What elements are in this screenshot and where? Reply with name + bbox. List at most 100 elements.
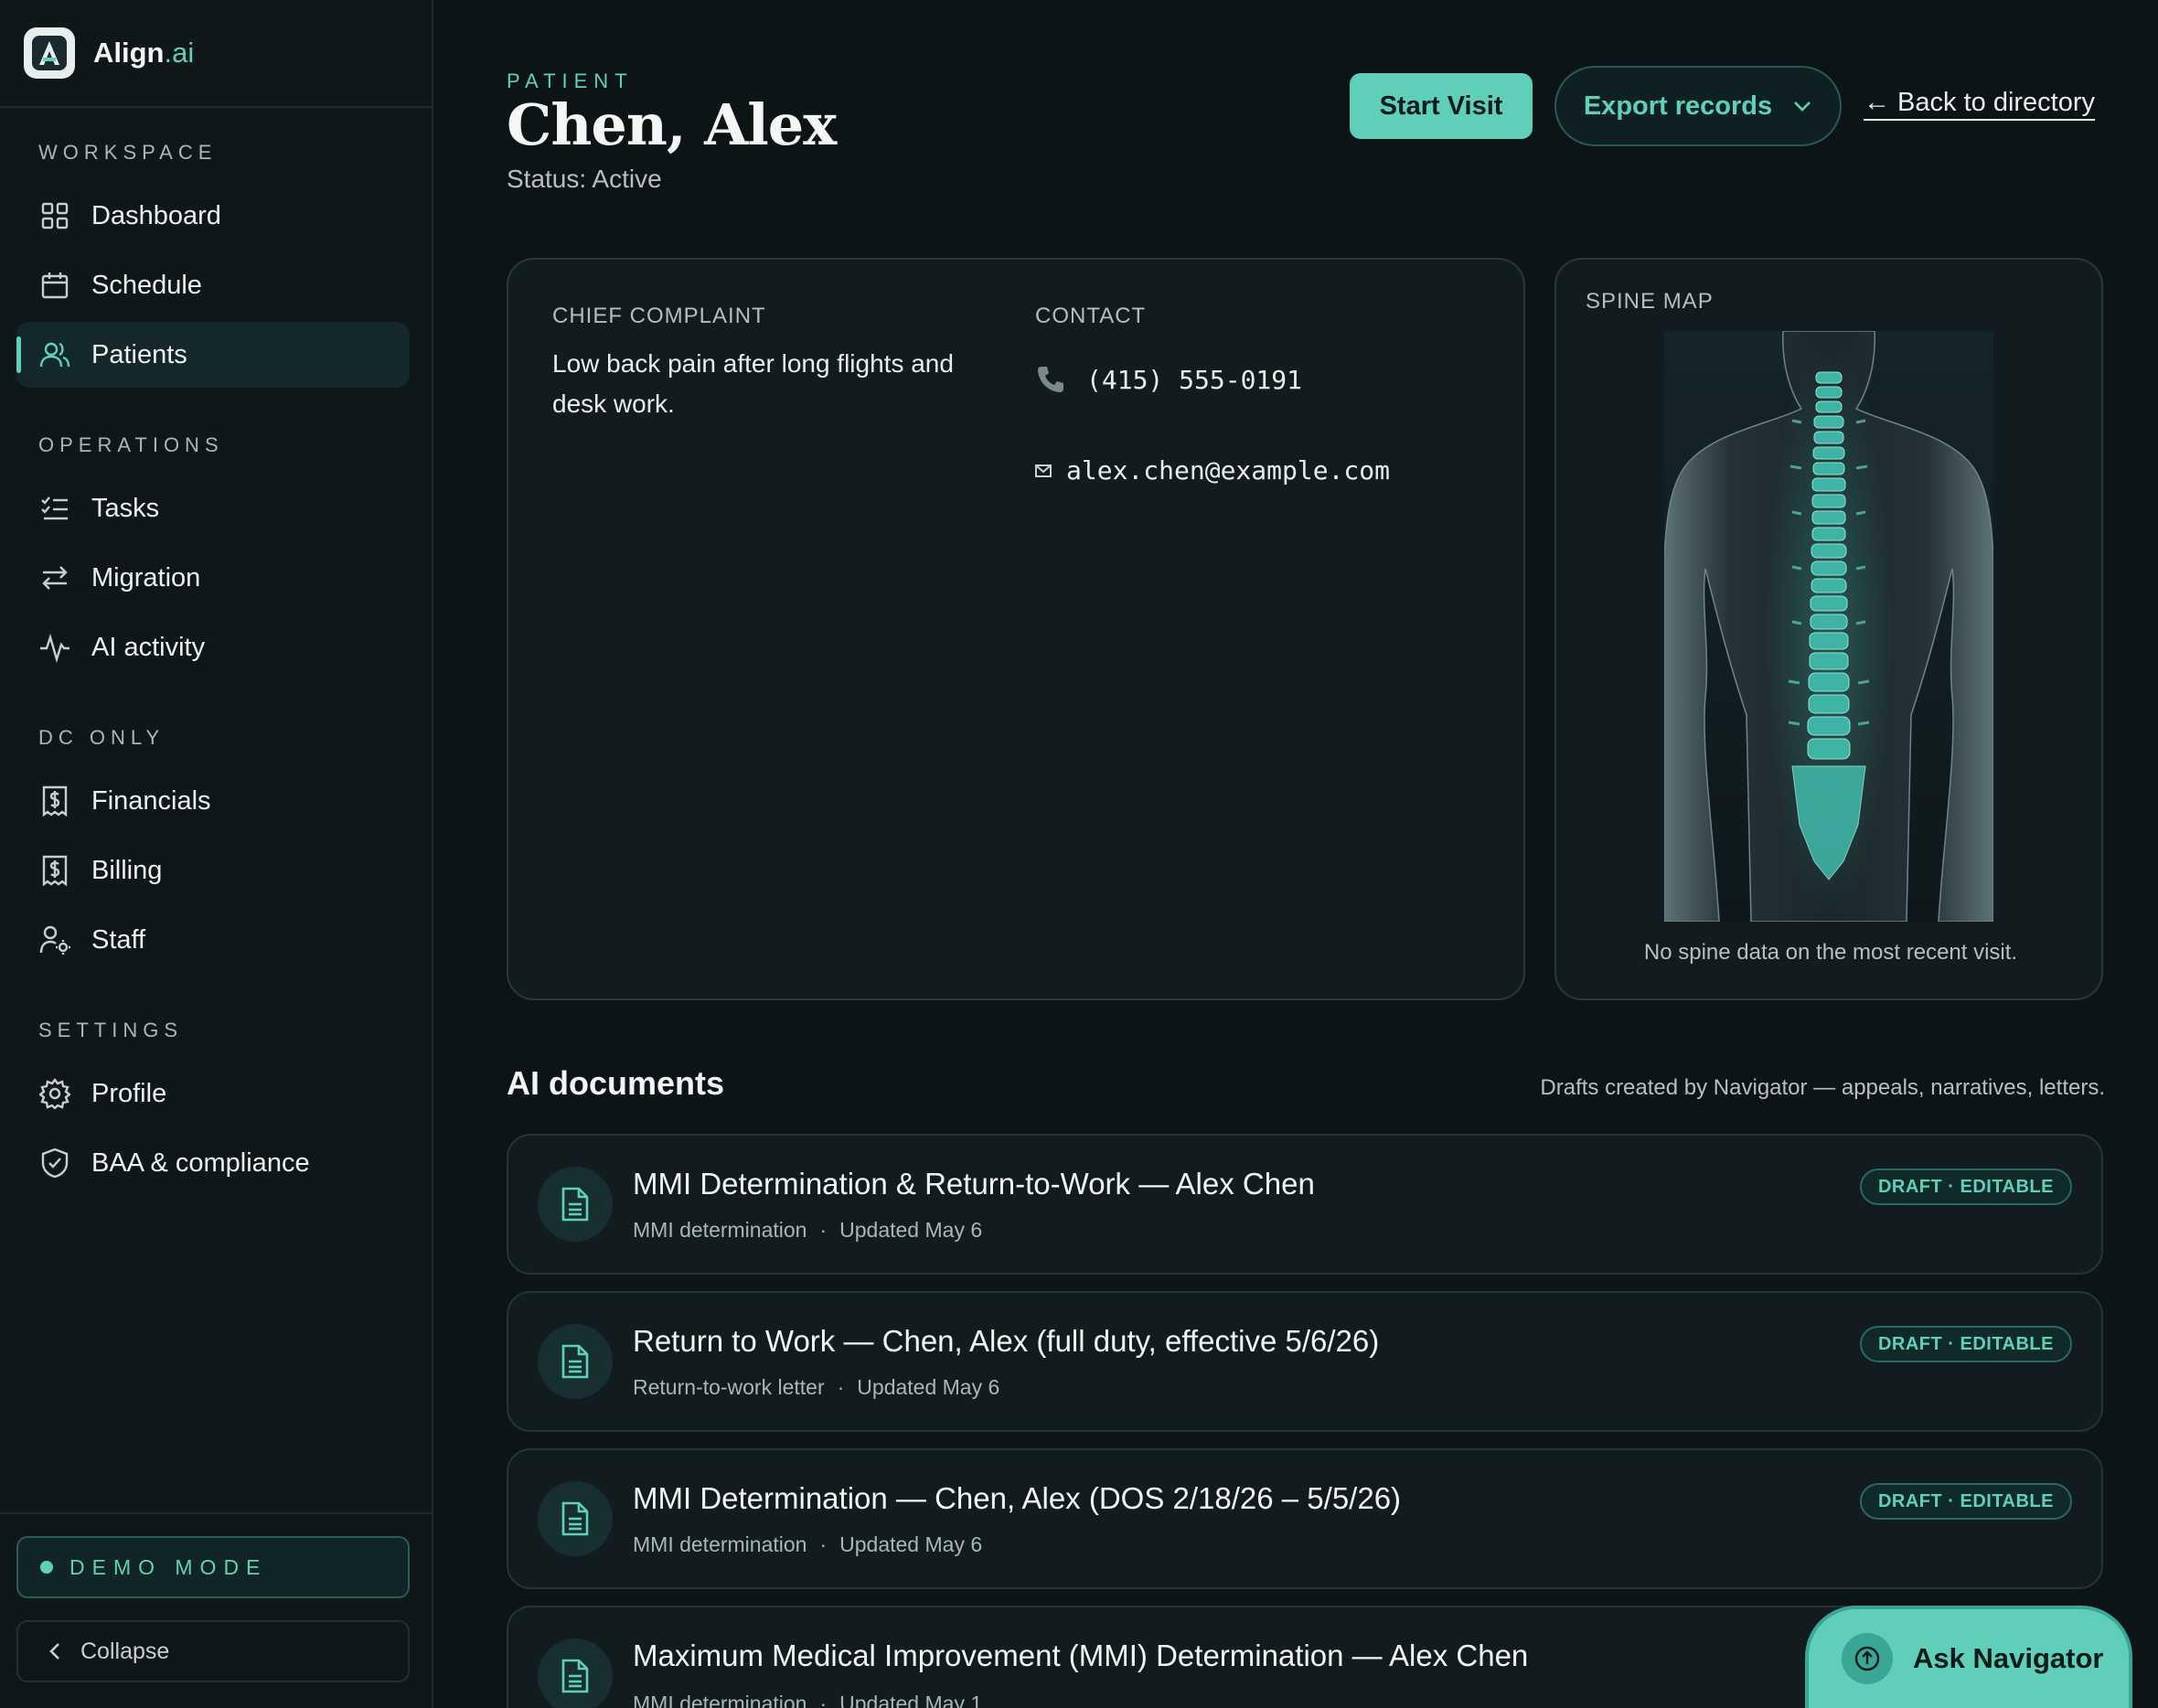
pulse-icon bbox=[38, 631, 71, 664]
sidebar-item-label: BAA & compliance bbox=[91, 1148, 310, 1178]
status-badge: DRAFT · EDITABLE bbox=[1859, 1169, 2072, 1205]
logo-icon bbox=[24, 27, 75, 79]
sidebar-item-label: Billing bbox=[91, 855, 163, 885]
sidebar-item-label: AI activity bbox=[91, 632, 206, 662]
nav-section-settings: SETTINGS bbox=[0, 1017, 433, 1044]
contact-label: CONTACT bbox=[1035, 304, 1147, 328]
chief-complaint-text: Low back pain after long flights and des… bbox=[552, 349, 954, 418]
sidebar-item-label: Staff bbox=[91, 924, 146, 955]
checklist-icon bbox=[38, 492, 71, 525]
document-updated: Updated May 6 bbox=[839, 1218, 983, 1242]
document-updated: Updated May 6 bbox=[857, 1375, 1000, 1399]
sidebar-item-label: Financials bbox=[91, 785, 211, 816]
document-title: Return to Work — Chen, Alex (full duty, … bbox=[633, 1324, 1380, 1358]
sidebar-item-tasks[interactable]: Tasks bbox=[16, 475, 410, 541]
users-icon bbox=[38, 338, 71, 371]
document-title: MMI Determination — Chen, Alex (DOS 2/18… bbox=[633, 1481, 1402, 1515]
contact-email[interactable]: alex.chen@example.com bbox=[1035, 455, 1390, 486]
app-root: Align.ai WORKSPACE Dashboard Schedule Pa… bbox=[0, 0, 2158, 1708]
document-meta: MMI determination · Updated May 6 bbox=[633, 1218, 982, 1243]
document-title: MMI Determination & Return-to-Work — Ale… bbox=[633, 1167, 1315, 1201]
sidebar-item-baa-compliance[interactable]: BAA & compliance bbox=[16, 1130, 410, 1196]
patient-status: Status: Active bbox=[507, 165, 662, 193]
document-meta: Return-to-work letter · Updated May 6 bbox=[633, 1375, 999, 1400]
section-label: SETTINGS bbox=[38, 1019, 184, 1041]
separator-dot: · bbox=[819, 1218, 828, 1242]
sidebar-item-label: Profile bbox=[91, 1078, 167, 1108]
section-label: OPERATIONS bbox=[38, 433, 224, 456]
demo-mode-label: DEMO MODE bbox=[69, 1554, 268, 1579]
spine-map-card: SPINE MAP No spine data on the most rece… bbox=[1554, 258, 2103, 1000]
sidebar-item-label: Patients bbox=[91, 339, 187, 369]
document-icon bbox=[538, 1167, 613, 1242]
back-to-directory-link[interactable]: ← Back to directory bbox=[1864, 88, 2096, 121]
receipt-dollar-icon bbox=[38, 854, 71, 887]
gear-icon bbox=[38, 1077, 71, 1110]
sidebar-item-profile[interactable]: Profile bbox=[16, 1061, 410, 1126]
chevron-down-icon bbox=[1792, 100, 1812, 112]
sidebar-item-label: Schedule bbox=[91, 270, 202, 300]
export-records-button[interactable]: Export records bbox=[1554, 66, 1842, 146]
document-type: MMI determination bbox=[633, 1532, 807, 1556]
sidebar-item-schedule[interactable]: Schedule bbox=[16, 252, 410, 318]
document-type: Return-to-work letter bbox=[633, 1375, 825, 1399]
chevron-left-icon bbox=[48, 1640, 62, 1662]
nav-section-workspace: WORKSPACE bbox=[0, 139, 433, 166]
ai-documents-title: AI documents bbox=[507, 1064, 725, 1102]
page-title: Chen, Alex bbox=[507, 91, 837, 158]
page-eyebrow: PATIENT bbox=[507, 69, 634, 92]
phone-icon bbox=[1035, 364, 1068, 395]
separator-dot: · bbox=[837, 1375, 845, 1399]
sidebar-item-billing[interactable]: Billing bbox=[16, 838, 410, 903]
sidebar: Align.ai WORKSPACE Dashboard Schedule Pa… bbox=[0, 0, 433, 1708]
brand-name: Align.ai bbox=[93, 37, 195, 69]
demo-mode-indicator[interactable]: DEMO MODE bbox=[16, 1536, 410, 1598]
separator-dot: · bbox=[819, 1692, 828, 1708]
collapse-label: Collapse bbox=[80, 1638, 170, 1664]
receipt-dollar-icon bbox=[38, 785, 71, 817]
brand[interactable]: Align.ai bbox=[0, 0, 432, 108]
sidebar-item-label: Dashboard bbox=[91, 200, 221, 230]
status-badge: DRAFT · EDITABLE bbox=[1859, 1326, 2072, 1362]
patient-info-card: CHIEF COMPLAINT Low back pain after long… bbox=[507, 258, 1525, 1000]
collapse-button[interactable]: Collapse bbox=[16, 1620, 410, 1682]
chief-complaint-label: CHIEF COMPLAINT bbox=[552, 304, 766, 328]
sidebar-item-financials[interactable]: Financials bbox=[16, 768, 410, 834]
document-item[interactable]: Return to Work — Chen, Alex (full duty, … bbox=[507, 1291, 2103, 1432]
status-dot-icon bbox=[40, 1561, 53, 1574]
document-meta: MMI determination · Updated May 6 bbox=[633, 1532, 982, 1557]
start-visit-button[interactable]: Start Visit bbox=[1350, 73, 1533, 139]
nav-section-dc-only: DC ONLY bbox=[0, 724, 433, 752]
document-updated: Updated May 1 bbox=[839, 1692, 983, 1708]
sidebar-item-ai-activity[interactable]: AI activity bbox=[16, 614, 410, 680]
grid-icon bbox=[38, 199, 71, 232]
document-type: MMI determination bbox=[633, 1218, 807, 1242]
document-icon bbox=[538, 1324, 613, 1399]
section-label: WORKSPACE bbox=[38, 141, 218, 164]
ask-navigator-button[interactable]: Ask Navigator bbox=[1805, 1606, 2132, 1708]
sidebar-item-label: Tasks bbox=[91, 493, 160, 523]
sidebar-item-dashboard[interactable]: Dashboard bbox=[16, 183, 410, 249]
section-label: DC ONLY bbox=[38, 726, 166, 749]
sidebar-footer: DEMO MODE Collapse bbox=[0, 1512, 433, 1708]
contact-phone[interactable]: (415) 555-0191 bbox=[1035, 364, 1302, 395]
sidebar-item-staff[interactable]: Staff bbox=[16, 907, 410, 973]
nav-section-operations: OPERATIONS bbox=[0, 432, 433, 459]
ai-documents-subtitle: Drafts created by Navigator — appeals, n… bbox=[1540, 1075, 2105, 1100]
document-item[interactable]: MMI Determination & Return-to-Work — Ale… bbox=[507, 1134, 2103, 1275]
spine-map-note: No spine data on the most recent visit. bbox=[1643, 940, 2018, 965]
spine-map-label: SPINE MAP bbox=[1586, 289, 1714, 314]
user-gear-icon bbox=[38, 923, 71, 956]
sidebar-item-migration[interactable]: Migration bbox=[16, 545, 410, 611]
document-icon bbox=[538, 1639, 613, 1708]
document-updated: Updated May 6 bbox=[839, 1532, 983, 1556]
spine-illustration bbox=[1664, 331, 1993, 922]
sidebar-item-label: Migration bbox=[91, 562, 201, 592]
main-content: PATIENT Chen, Alex Status: Active Start … bbox=[435, 0, 2158, 1708]
mail-icon bbox=[1035, 464, 1053, 477]
export-records-label: Export records bbox=[1583, 91, 1773, 121]
swap-arrows-icon bbox=[38, 561, 71, 594]
status-badge: DRAFT · EDITABLE bbox=[1859, 1483, 2072, 1520]
sidebar-item-patients[interactable]: Patients bbox=[16, 322, 410, 388]
document-item[interactable]: MMI Determination — Chen, Alex (DOS 2/18… bbox=[507, 1448, 2103, 1589]
